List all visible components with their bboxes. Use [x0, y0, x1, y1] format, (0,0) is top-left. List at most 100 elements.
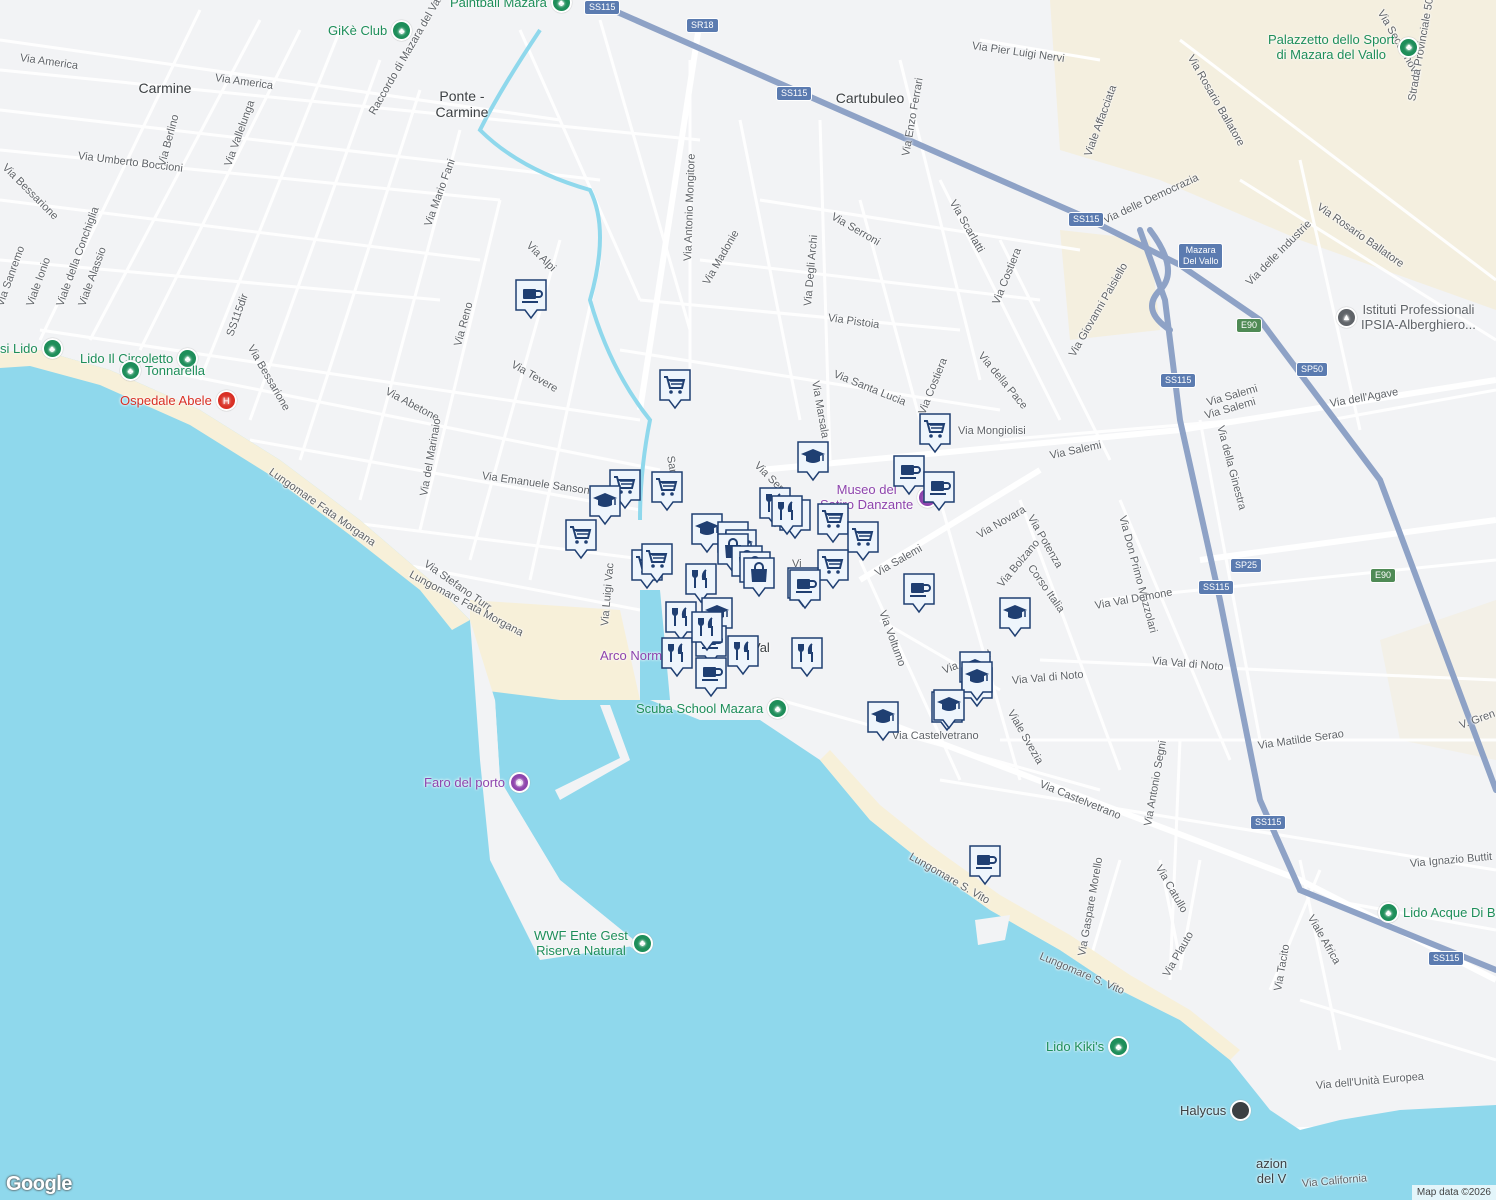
- road-shield: SS115: [776, 86, 813, 101]
- poi-plain[interactable]: Halycus: [1180, 1100, 1252, 1121]
- cafe-icon: [923, 471, 955, 512]
- pin-icon: [1230, 1100, 1252, 1121]
- road-shield: SS115: [1160, 373, 1197, 388]
- restaurant-icon: [791, 637, 823, 678]
- poi-plain[interactable]: azion del V: [1256, 1156, 1287, 1186]
- google-logo: Google: [6, 1173, 72, 1195]
- school-icon: [933, 689, 965, 730]
- pin-icon: ♣: [631, 932, 653, 954]
- marker-restaurant[interactable]: [790, 636, 824, 678]
- pin-icon: ♣: [120, 360, 141, 381]
- poi-green[interactable]: ♣ Tonnarella: [120, 360, 205, 381]
- cafe-icon: [893, 455, 925, 496]
- road-shield: SR18: [686, 18, 719, 33]
- pin-icon: ♣: [391, 20, 413, 41]
- road-shield: SS115: [1198, 580, 1235, 595]
- road-shield: Mazara Del Vallo: [1178, 243, 1224, 269]
- marker-cafe[interactable]: [694, 656, 728, 698]
- marker-school[interactable]: [796, 440, 830, 482]
- poi-label: Scuba School Mazara: [636, 701, 764, 716]
- poi-label: Istituti Professionali IPSIA-Alberghiero…: [1361, 302, 1476, 332]
- grocery-icon: [565, 519, 597, 560]
- shopping-icon: [743, 557, 775, 598]
- marker-grocery[interactable]: [658, 368, 692, 410]
- poi-label: Lido Kiki's: [1046, 1039, 1105, 1054]
- poi-label: GiKè Club: [328, 23, 388, 38]
- marker-cafe[interactable]: [788, 568, 822, 610]
- road-shield: SS115: [1428, 951, 1465, 966]
- poi-green[interactable]: Lido Kiki's ♣: [1046, 1036, 1130, 1057]
- pin-icon: ♣: [550, 0, 572, 13]
- road-shield: SS115: [1250, 815, 1287, 830]
- marker-grocery[interactable]: [816, 502, 850, 544]
- restaurant-icon: [727, 635, 759, 676]
- grocery-icon: [919, 413, 951, 454]
- marker-school[interactable]: [998, 596, 1032, 638]
- marker-restaurant[interactable]: [726, 634, 760, 676]
- poi-label: Paintball Mazara: [450, 0, 547, 10]
- poi-label: Tonnarella: [145, 363, 205, 378]
- grocery-icon: [817, 503, 849, 544]
- marker-restaurant[interactable]: [690, 610, 724, 652]
- school-icon: [797, 441, 829, 482]
- pin-icon: ♣: [1398, 36, 1420, 58]
- marker-cafe[interactable]: [922, 470, 956, 512]
- poi-gray[interactable]: ▲ Istituti Professionali IPSIA-Alberghier…: [1336, 302, 1476, 332]
- marker-grocery[interactable]: [640, 542, 674, 584]
- poi-green[interactable]: GiKè Club ♣: [328, 20, 413, 41]
- poi-label: azion del V: [1256, 1156, 1288, 1186]
- marker-shopping[interactable]: [742, 556, 776, 598]
- marker-cafe[interactable]: [968, 844, 1002, 886]
- grocery-icon: [847, 521, 879, 562]
- road-shield: E90: [1370, 568, 1397, 583]
- poi-green[interactable]: Scuba School Mazara ♣: [636, 698, 789, 719]
- cafe-icon: [789, 569, 821, 610]
- poi-green[interactable]: ♣ Lido Acque Di Buxutu: [1378, 902, 1496, 923]
- poi-label: Ospedale Abele: [120, 393, 212, 408]
- pin-icon: ♣: [1378, 902, 1399, 923]
- poi-green[interactable]: Palazzetto dello Sport di Mazara del Val…: [1268, 32, 1420, 62]
- marker-grocery[interactable]: [650, 470, 684, 512]
- road-shield: SP50: [1296, 362, 1329, 377]
- marker-cafe[interactable]: [514, 278, 548, 320]
- camera-icon: ◉: [508, 772, 530, 793]
- poi-green[interactable]: Paintball Mazara ♣: [450, 0, 572, 13]
- street-label: Via Mongiolisi: [958, 425, 1026, 437]
- marker-restaurant[interactable]: [770, 494, 804, 536]
- poi-label: si Lido: [0, 341, 38, 356]
- poi-purple[interactable]: Faro del porto ◉: [424, 772, 530, 793]
- marker-grocery[interactable]: [846, 520, 880, 562]
- place-label: Ponte - Carmine: [435, 88, 489, 120]
- marker-cafe[interactable]: [902, 572, 936, 614]
- cafe-icon: [969, 845, 1001, 886]
- poi-label: Faro del porto: [424, 775, 505, 790]
- poi-green[interactable]: si Lido ♣: [0, 338, 63, 359]
- restaurant-icon: [771, 495, 803, 536]
- pin-icon: ♣: [1108, 1036, 1130, 1057]
- grocery-icon: [641, 543, 673, 584]
- road-shield: SS115: [1068, 212, 1105, 227]
- map-canvas[interactable]: Carmine Ponte - Carmine Cartubuleo Via Amer…: [0, 0, 1496, 1200]
- cafe-icon: [903, 573, 935, 614]
- place-label: Cartubuleo: [835, 90, 905, 106]
- marker-restaurant[interactable]: [660, 636, 694, 678]
- marker-school[interactable]: [866, 700, 900, 742]
- poi-label: Halycus: [1180, 1103, 1227, 1118]
- restaurant-icon: [661, 637, 693, 678]
- poi-hospital[interactable]: Ospedale Abele H: [120, 390, 237, 411]
- marker-grocery[interactable]: [918, 412, 952, 454]
- school-icon: [999, 597, 1031, 638]
- poi-label: WWF Ente Gest Riserva Natural: [534, 928, 628, 958]
- map-attribution[interactable]: Map data ©2026: [1411, 1185, 1496, 1200]
- road-shield: SS115: [584, 0, 621, 15]
- cafe-icon: [695, 657, 727, 698]
- restaurant-icon: [691, 611, 723, 652]
- marker-cafe[interactable]: [892, 454, 926, 496]
- poi-label: Lido Acque Di Buxutu: [1403, 905, 1496, 920]
- poi-green[interactable]: WWF Ente Gest Riserva Natural ♣: [534, 928, 653, 958]
- marker-grocery[interactable]: [564, 518, 598, 560]
- map-base-layer: [0, 0, 1496, 1200]
- pin-icon: ♣: [767, 698, 789, 719]
- marker-school[interactable]: [932, 688, 966, 730]
- school-icon: [867, 701, 899, 742]
